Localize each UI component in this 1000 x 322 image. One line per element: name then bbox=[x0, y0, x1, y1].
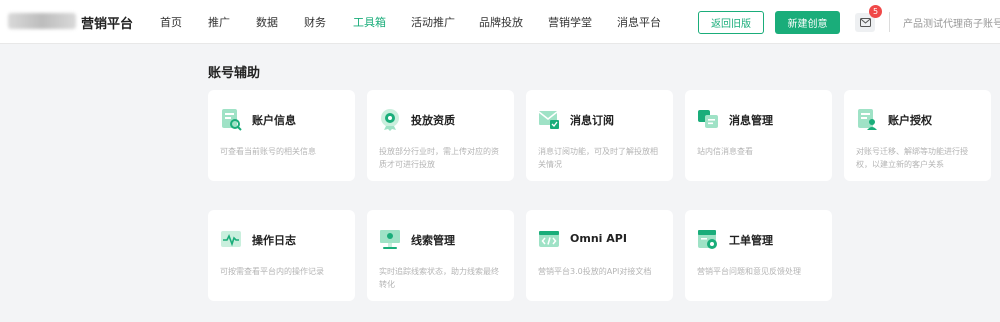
message-manage-icon bbox=[698, 110, 718, 128]
nav-promotion[interactable]: 推广 bbox=[208, 14, 230, 30]
card-title: 消息订阅 bbox=[570, 114, 614, 127]
new-creative-button[interactable]: 新建创意 bbox=[775, 11, 840, 34]
card-description: 营销平台问题和意见反馈处理 bbox=[697, 267, 801, 276]
top-header: 营销平台 首页 推广 数据 财务 工具箱 活动推广 品牌投放 营销学堂 消息平台… bbox=[0, 0, 1000, 44]
card-description: 营销平台3.0投放的API对接文档 bbox=[538, 267, 652, 276]
nav-toolbox[interactable]: 工具箱 bbox=[353, 14, 386, 30]
qualification-icon bbox=[381, 109, 399, 131]
mail-count-badge: 5 bbox=[869, 5, 882, 18]
card-description: 消息订阅功能，可及时了解投放相关情况 bbox=[538, 147, 658, 169]
account-auth-icon bbox=[858, 109, 877, 130]
account-info-icon bbox=[222, 109, 242, 131]
card-account-auth[interactable]: 账户授权 对账号迁移、解绑等功能进行授权，以建立新的客户关系 bbox=[844, 90, 991, 181]
card-ticket-manage[interactable]: 工单管理 营销平台问题和意见反馈处理 bbox=[685, 210, 832, 301]
nav-brand[interactable]: 品牌投放 bbox=[479, 14, 523, 30]
operation-log-icon bbox=[221, 231, 241, 247]
card-title: Omni API bbox=[570, 232, 627, 245]
card-description: 可按需查看平台内的操作记录 bbox=[220, 267, 324, 276]
card-description: 投放部分行业时，需上传对应的资质才可进行投放 bbox=[379, 147, 499, 169]
message-subscribe-icon bbox=[538, 111, 559, 129]
api-icon bbox=[539, 231, 559, 247]
card-omni-api[interactable]: Omni API 营销平台3.0投放的API对接文档 bbox=[526, 210, 673, 301]
mail-icon bbox=[859, 18, 871, 27]
nav-academy[interactable]: 营销学堂 bbox=[548, 14, 592, 30]
nav-finance[interactable]: 财务 bbox=[304, 14, 326, 30]
lead-manage-icon bbox=[380, 230, 400, 249]
nav-home[interactable]: 首页 bbox=[160, 14, 182, 30]
card-lead-manage[interactable]: 线索管理 实时追踪线索状态，助力线索最终转化 bbox=[367, 210, 514, 301]
nav-message-platform[interactable]: 消息平台 bbox=[617, 14, 661, 30]
ticket-manage-icon bbox=[698, 230, 717, 249]
card-account-info[interactable]: 账户信息 可查看当前账号的相关信息 bbox=[208, 90, 355, 181]
nav-activity[interactable]: 活动推广 bbox=[411, 14, 455, 30]
section-title: 账号辅助 bbox=[208, 66, 261, 81]
brand-name: 营销平台 bbox=[81, 17, 134, 32]
back-to-old-version-button[interactable]: 返回旧版 bbox=[698, 11, 764, 34]
header-divider bbox=[889, 12, 890, 32]
card-title: 操作日志 bbox=[252, 234, 296, 247]
card-description: 可查看当前账号的相关信息 bbox=[220, 147, 316, 156]
card-title: 投放资质 bbox=[411, 114, 455, 127]
logo[interactable] bbox=[8, 13, 76, 29]
user-account-name[interactable]: 产品测试代理商子账号 bbox=[903, 15, 1000, 30]
card-operation-log[interactable]: 操作日志 可按需查看平台内的操作记录 bbox=[208, 210, 355, 301]
card-title: 账户授权 bbox=[888, 114, 932, 127]
card-message-subscribe[interactable]: 消息订阅 消息订阅功能，可及时了解投放相关情况 bbox=[526, 90, 673, 181]
card-title: 线索管理 bbox=[411, 234, 455, 247]
card-title: 账户信息 bbox=[252, 114, 296, 127]
nav-data[interactable]: 数据 bbox=[256, 14, 278, 30]
card-description: 实时追踪线索状态，助力线索最终转化 bbox=[379, 267, 499, 289]
card-message-manage[interactable]: 消息管理 站内信消息查看 bbox=[685, 90, 832, 181]
card-title: 工单管理 bbox=[729, 234, 773, 247]
card-title: 消息管理 bbox=[729, 114, 773, 127]
card-description: 站内信消息查看 bbox=[697, 147, 753, 156]
card-description: 对账号迁移、解绑等功能进行授权，以建立新的客户关系 bbox=[856, 147, 968, 169]
card-qualification[interactable]: 投放资质 投放部分行业时，需上传对应的资质才可进行投放 bbox=[367, 90, 514, 181]
